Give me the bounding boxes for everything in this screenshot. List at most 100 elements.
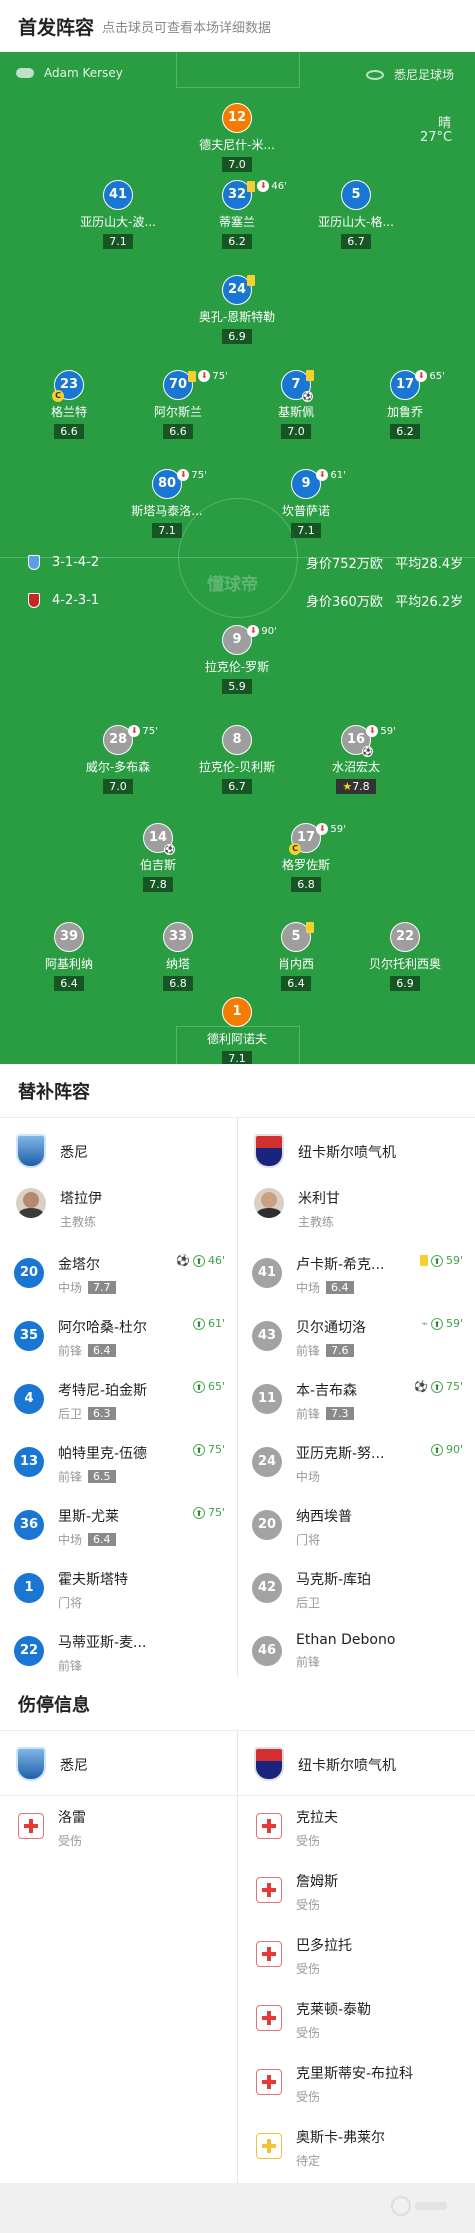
team-crest xyxy=(16,1747,46,1781)
player-card[interactable]: 9 ⬇ 61' 坎普萨诺 7.1 xyxy=(241,469,371,538)
sub-number-badge: 36 xyxy=(14,1510,44,1540)
player-name: 阿尔斯兰 xyxy=(153,405,202,419)
sub-row[interactable]: 36 里斯-尤莱 中场 6.4 ⬆ 75' xyxy=(0,1506,237,1548)
sub-number-badge: 24 xyxy=(252,1447,282,1477)
player-card[interactable]: 24 奥孔-恩斯特勒 6.9 xyxy=(172,275,302,344)
player-card[interactable]: 22 贝尔托利西奥 6.9 xyxy=(340,922,470,991)
sub-meta: 前锋 7.6 xyxy=(296,1342,366,1359)
player-card[interactable]: 16 ⚽ ⬇ 59' 水沼宏太 ★7.8 xyxy=(291,725,421,794)
player-card[interactable]: 1 德利阿诺夫 7.1 xyxy=(172,997,302,1064)
player-card[interactable]: 17 ⬇ 65' 加鲁乔 6.2 xyxy=(340,370,470,439)
sub-minute: 46' xyxy=(207,1254,225,1267)
player-name: 奥孔-恩斯特勒 xyxy=(198,310,276,324)
injury-row[interactable]: 克里斯蒂安-布拉科 受伤 xyxy=(238,2063,475,2105)
player-card[interactable]: 5 亚历山大-格... 6.7 xyxy=(291,180,421,249)
injury-text: 詹姆斯 受伤 xyxy=(296,1871,338,1913)
section-subtitle: 点击球员可查看本场详细数据 xyxy=(102,20,272,36)
event-minute: 61' xyxy=(330,469,346,481)
player-number: 9 xyxy=(232,632,242,647)
sub-row[interactable]: 4 考特尼-珀金斯 后卫 6.3 ⬆ 65' xyxy=(0,1380,237,1422)
sub-row[interactable]: 20 纳西埃普 门将 xyxy=(238,1506,475,1548)
sub-row[interactable]: 11 本-吉布森 前锋 7.3 ⚽ ⬆ 75' xyxy=(238,1380,475,1422)
sub-row[interactable]: 41 卢卡斯-希克... 中场 6.4 ⬆ 59' xyxy=(238,1254,475,1296)
player-card[interactable]: 28 ⬇ 75' 威尔-多布森 7.0 xyxy=(53,725,183,794)
sub-minute: 61' xyxy=(207,1317,225,1330)
sub-row[interactable]: 20 金塔尔 中场 7.7 ⚽ ⬆ 46' xyxy=(0,1254,237,1296)
player-rating: 7.1 xyxy=(222,1051,252,1064)
player-rating: 7.0 xyxy=(281,424,311,439)
sub-rating: 7.7 xyxy=(88,1281,116,1294)
sub-position: 门将 xyxy=(296,1533,321,1547)
rating-value: 6.4 xyxy=(60,977,78,990)
player-name: 格罗佐斯 xyxy=(281,858,330,872)
injury-row[interactable]: 洛雷 受伤 xyxy=(0,1807,237,1849)
lineup-header: 首发阵容 点击球员可查看本场详细数据 xyxy=(0,0,475,52)
sub-row[interactable]: 22 马蒂亚斯-麦... 前锋 xyxy=(0,1632,237,1674)
rating-value: 7.0 xyxy=(109,780,127,793)
coach-name: 塔拉伊 xyxy=(60,1191,102,1207)
injury-row[interactable]: 巴多拉托 受伤 xyxy=(238,1935,475,1977)
rating-value: 7.1 xyxy=(158,524,176,537)
injury-status: 受伤 xyxy=(296,2026,321,2040)
sub-position: 前锋 xyxy=(58,1659,83,1673)
injury-text: 奥斯卡-弗莱尔 待定 xyxy=(296,2127,385,2169)
rating-value: 6.7 xyxy=(228,780,246,793)
player-number: 33 xyxy=(168,929,188,944)
sub-text: Ethan Debono 前锋 xyxy=(296,1632,395,1670)
sub-events: ⬆ 61' xyxy=(192,1317,225,1330)
player-card[interactable]: 33 纳塔 6.8 xyxy=(113,922,243,991)
injury-row[interactable]: 克拉夫 受伤 xyxy=(238,1807,475,1849)
team-header: 纽卡斯尔喷气机 xyxy=(238,1134,475,1168)
team-crest xyxy=(254,1134,284,1168)
player-rating: 6.4 xyxy=(54,976,84,991)
sub-on-icon: ⬆ xyxy=(430,1380,443,1393)
player-card[interactable]: 80 ⬇ 75' 斯塔马泰洛... 7.1 xyxy=(102,469,232,538)
sub-off-icon: ⬇ xyxy=(316,823,329,835)
injury-row[interactable]: 詹姆斯 受伤 xyxy=(238,1871,475,1913)
injury-row[interactable]: 奥斯卡-弗莱尔 待定 xyxy=(238,2127,475,2169)
sub-number-badge: 41 xyxy=(252,1258,282,1288)
player-card[interactable]: 32 ⬇ 46' 蒂塞兰 6.2 xyxy=(172,180,302,249)
sub-name: 亚历克斯-努... xyxy=(296,1446,385,1462)
player-rating: 7.0 xyxy=(222,157,252,172)
player-card[interactable]: 41 亚历山大-波... 7.1 xyxy=(53,180,183,249)
rating-value: 7.1 xyxy=(109,235,127,248)
player-card[interactable]: 8 拉克伦-贝利斯 6.7 xyxy=(172,725,302,794)
away-formation-row: 4-2-3-1 身价360万欧 平均26.2岁 xyxy=(28,593,463,610)
player-card[interactable]: 70 ⬇ 75' 阿尔斯兰 6.6 xyxy=(113,370,243,439)
team-crest xyxy=(16,1134,46,1168)
sub-row[interactable]: 43 贝尔通切洛 前锋 7.6 ⌁ ⬆ 59' xyxy=(238,1317,475,1359)
sub-number-badge: 4 xyxy=(14,1384,44,1414)
sub-row[interactable]: 24 亚历克斯-努... 中场 ⬆ 90' xyxy=(238,1443,475,1485)
player-rating: ★7.8 xyxy=(336,779,376,794)
medical-kit-icon xyxy=(256,1877,282,1903)
sub-row[interactable]: 13 帕特里克-伍德 前锋 6.5 ⬆ 75' xyxy=(0,1443,237,1485)
injury-row[interactable]: 克莱顿-泰勒 受伤 xyxy=(238,1999,475,2041)
coach-row[interactable]: 米利甘 主教练 xyxy=(238,1188,475,1230)
sub-number-badge: 42 xyxy=(252,1573,282,1603)
player-card[interactable]: 9 ⬇ 90' 拉克伦-罗斯 5.9 xyxy=(172,625,302,694)
player-card[interactable]: 14 ⚽ 伯吉斯 7.8 xyxy=(93,823,223,892)
sub-events: ⌁ ⬆ 59' xyxy=(421,1317,463,1330)
sub-position: 中场 xyxy=(58,1281,83,1295)
sub-row[interactable]: 35 阿尔哈桑-杜尔 前锋 6.4 ⬆ 61' xyxy=(0,1317,237,1359)
player-number-badge: 8 xyxy=(222,725,252,755)
player-rating: 7.1 xyxy=(291,523,321,538)
sub-minute: 90' xyxy=(445,1443,463,1456)
sub-row[interactable]: 42 马克斯-库珀 后卫 xyxy=(238,1569,475,1611)
assist-boot-icon: ⌁ xyxy=(421,1317,428,1330)
coach-row[interactable]: 塔拉伊 主教练 xyxy=(0,1188,237,1230)
home-value: 身价752万欧 xyxy=(306,557,383,572)
player-card[interactable]: 17 C ⬇ 59' 格罗佐斯 6.8 xyxy=(241,823,371,892)
sub-name: 贝尔通切洛 xyxy=(296,1320,366,1336)
sub-number-badge: 35 xyxy=(14,1321,44,1351)
sub-text: 贝尔通切洛前锋 7.6 xyxy=(296,1317,366,1359)
rating-value: 6.6 xyxy=(169,425,187,438)
referee-info: Adam Kersey xyxy=(16,66,123,80)
sub-minute: 59' xyxy=(445,1317,463,1330)
player-card[interactable]: 12 德夫尼什-米... 7.0 xyxy=(172,103,302,172)
sub-text: 马蒂亚斯-麦... 前锋 xyxy=(58,1632,146,1674)
sub-row[interactable]: 1 霍夫斯塔特 门将 xyxy=(0,1569,237,1611)
sub-row[interactable]: 46 Ethan Debono 前锋 xyxy=(238,1632,475,1670)
player-events xyxy=(306,922,315,933)
